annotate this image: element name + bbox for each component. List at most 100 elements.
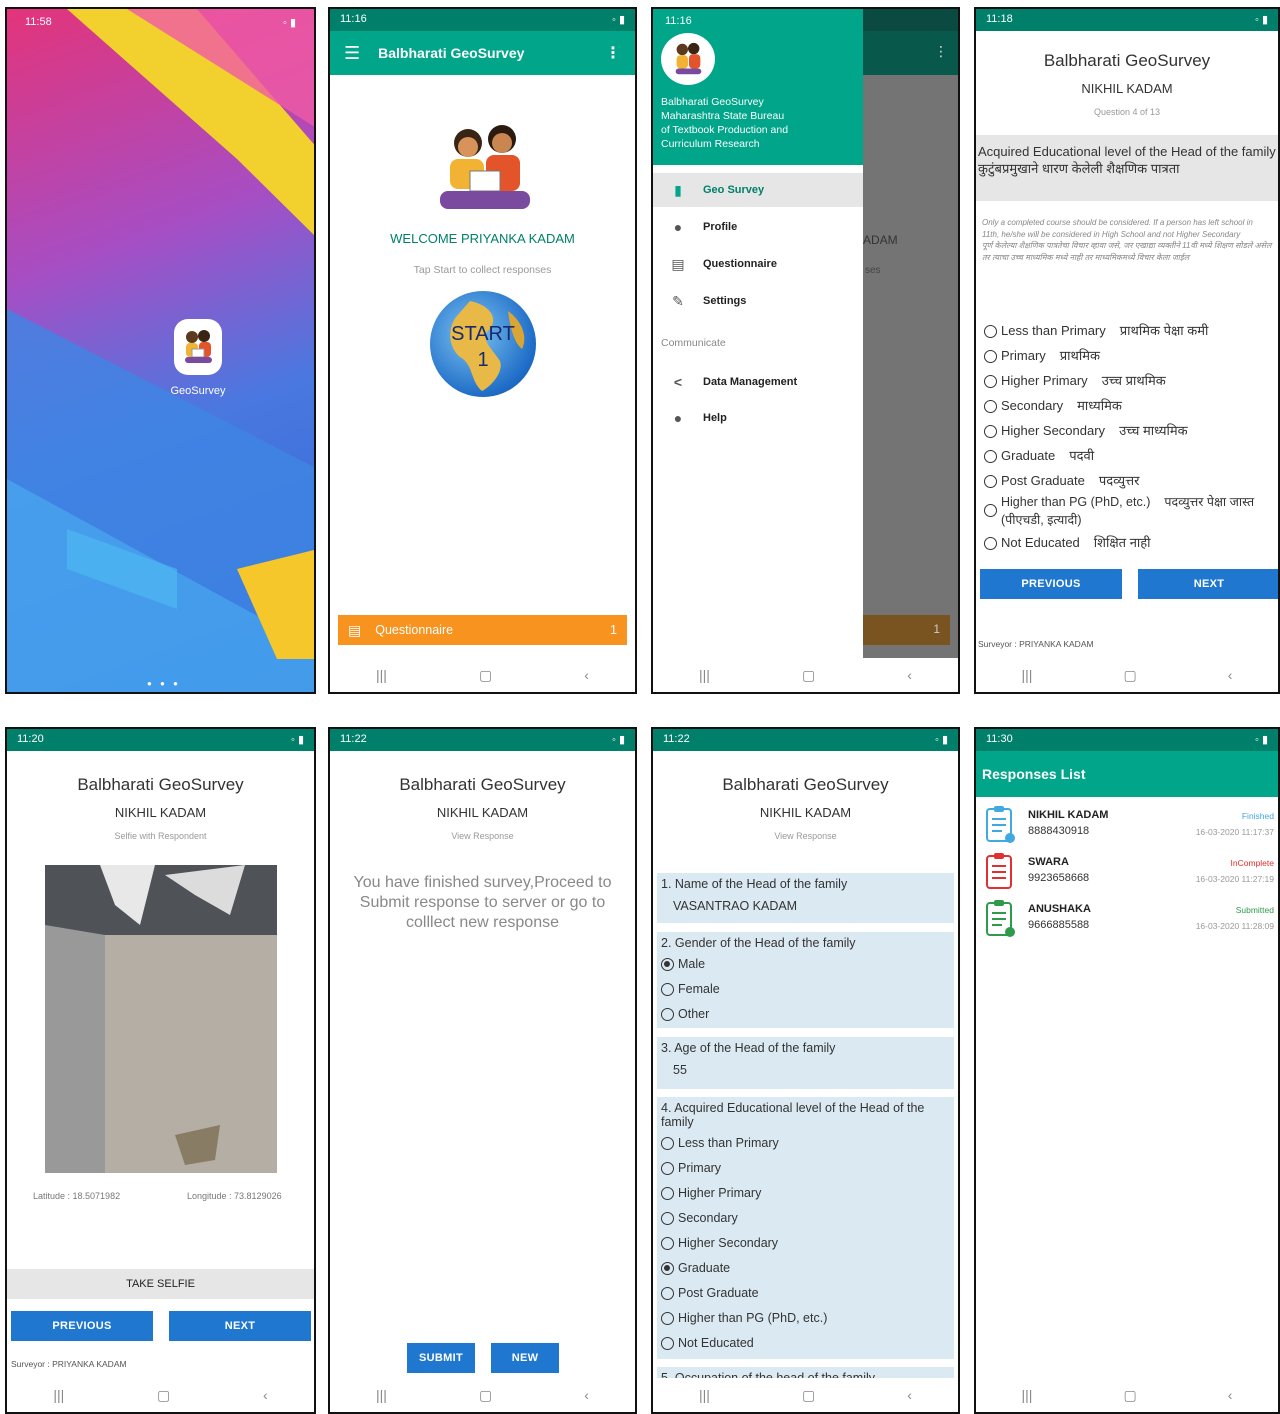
radio-button-selected[interactable]: [661, 958, 674, 972]
home-icon[interactable]: ▢: [1123, 667, 1136, 684]
submit-button[interactable]: SUBMIT: [407, 1343, 475, 1373]
option-graduate[interactable]: Graduate पदवी: [984, 446, 1094, 464]
radio-button[interactable]: [661, 1162, 674, 1176]
radio-button[interactable]: [984, 504, 997, 517]
back-icon[interactable]: ‹: [584, 667, 589, 683]
start-globe-button[interactable]: START 1: [430, 291, 536, 397]
edu-option[interactable]: Higher Secondary: [657, 1233, 954, 1258]
option-less-than-primary[interactable]: Less than Primary प्राथमिक पेक्षा कमी: [984, 321, 1208, 339]
back-icon[interactable]: ‹: [907, 667, 912, 683]
next-button[interactable]: NEXT: [169, 1311, 311, 1341]
radio-button[interactable]: [984, 475, 997, 489]
menu-item-settings[interactable]: ✎ Settings: [653, 284, 863, 318]
back-icon[interactable]: ‹: [1228, 1387, 1233, 1403]
recents-icon[interactable]: |||: [376, 1387, 387, 1403]
edu-option-selected[interactable]: Graduate: [657, 1258, 954, 1283]
dim-statusbar: [863, 9, 958, 31]
home-icon[interactable]: ▢: [479, 667, 492, 684]
previous-button[interactable]: PREVIOUS: [980, 569, 1122, 599]
radio-button[interactable]: [661, 1212, 674, 1226]
note-en: Only a completed course should be consid…: [982, 218, 1253, 239]
option-en: Higher Secondary: [1001, 423, 1106, 438]
option-not-educated[interactable]: Not Educated शिक्षित नाही: [984, 533, 1151, 551]
menu-item-help[interactable]: ● Help: [653, 401, 863, 435]
edu-option[interactable]: Not Educated: [657, 1333, 954, 1358]
status-bar: 11:22 ◦ ▮: [330, 729, 635, 751]
hamburger-menu-icon[interactable]: ☰: [344, 43, 360, 64]
option-post-graduate[interactable]: Post Graduate पदव्युत्तर: [984, 471, 1139, 489]
recents-icon[interactable]: |||: [376, 667, 387, 683]
nav-bar: ||| ▢ ‹: [976, 1378, 1278, 1412]
menu-item-data-management[interactable]: < Data Management: [653, 365, 863, 399]
radio-button[interactable]: [984, 325, 997, 339]
edu-option[interactable]: Higher Primary: [657, 1183, 954, 1208]
take-selfie-button[interactable]: TAKE SELFIE: [7, 1269, 314, 1299]
radio-button[interactable]: [984, 425, 997, 439]
edu-option[interactable]: Less than Primary: [657, 1133, 954, 1158]
option-higher-secondary[interactable]: Higher Secondary उच्च माध्यमिक: [984, 421, 1188, 439]
wallpaper-shapes: [7, 9, 314, 692]
radio-button[interactable]: [984, 350, 997, 364]
question-text: 2. Gender of the Head of the family: [661, 936, 856, 950]
question-text: 5. Occupation of the head of the family: [661, 1371, 876, 1378]
dimmed-background[interactable]: ⋮ ADAM ses 1: [863, 9, 958, 658]
nav-drawer: 11:16 Balbharati GeoSurvey Maharashtra S…: [653, 9, 863, 658]
response-row[interactable]: ANUSHAKA 9666885588 Submitted 16-03-2020…: [976, 897, 1278, 943]
back-icon[interactable]: ‹: [907, 1387, 912, 1403]
radio-button[interactable]: [984, 450, 997, 464]
radio-button[interactable]: [661, 1008, 674, 1022]
radio-button-selected[interactable]: [661, 1262, 674, 1276]
radio-button[interactable]: [661, 1312, 674, 1326]
option-higher-than-pg[interactable]: Higher than PG (PhD, etc.) पदव्युत्तर पेक…: [984, 493, 1254, 529]
option-secondary[interactable]: Secondary माध्यमिक: [984, 396, 1122, 414]
back-icon[interactable]: ‹: [1228, 667, 1233, 683]
new-button[interactable]: NEW: [491, 1343, 559, 1373]
edu-option[interactable]: Secondary: [657, 1208, 954, 1233]
edu-option[interactable]: Primary: [657, 1158, 954, 1183]
radio-button[interactable]: [984, 400, 997, 414]
home-icon[interactable]: ▢: [157, 1387, 170, 1404]
gender-option-other[interactable]: Other: [657, 1004, 954, 1029]
gender-option-male[interactable]: Male: [657, 954, 954, 979]
radio-button[interactable]: [661, 1237, 674, 1251]
menu-item-questionnaire[interactable]: ▤ Questionnaire: [653, 247, 863, 281]
edu-option[interactable]: Post Graduate: [657, 1283, 954, 1308]
menu-item-geo-survey[interactable]: ▮ Geo Survey: [653, 173, 863, 207]
response-row[interactable]: SWARA 9923658668 InComplete 16-03-2020 1…: [976, 850, 1278, 896]
view-response-subtitle: View Response: [451, 831, 514, 841]
radio-button[interactable]: [661, 1337, 674, 1351]
recents-icon[interactable]: |||: [1022, 1387, 1033, 1403]
option-en: Not Educated: [1001, 535, 1080, 550]
next-button[interactable]: NEXT: [1138, 569, 1278, 599]
menu-item-profile[interactable]: ● Profile: [653, 210, 863, 244]
recents-icon[interactable]: |||: [53, 1387, 64, 1403]
radio-button[interactable]: [984, 375, 997, 389]
back-icon[interactable]: ‹: [263, 1387, 268, 1403]
radio-button[interactable]: [661, 1137, 674, 1151]
recents-icon[interactable]: |||: [699, 1387, 710, 1403]
recents-icon[interactable]: |||: [699, 667, 710, 683]
gender-option-female[interactable]: Female: [657, 979, 954, 1004]
edu-option[interactable]: Higher than PG (PhD, etc.): [657, 1308, 954, 1333]
response-row[interactable]: NIKHIL KADAM 8888430918 Finished 16-03-2…: [976, 803, 1278, 849]
recents-icon[interactable]: |||: [1022, 667, 1033, 683]
overflow-menu-icon[interactable]: ⋮: [605, 43, 621, 63]
previous-button[interactable]: PREVIOUS: [11, 1311, 153, 1341]
app-icon-geosurvey[interactable]: [174, 319, 222, 375]
response-list[interactable]: 1. Name of the Head of the family VASANT…: [653, 869, 958, 1378]
radio-button[interactable]: [984, 537, 997, 551]
back-icon[interactable]: ‹: [584, 1387, 589, 1403]
question-block-2: 2. Gender of the Head of the family Male…: [657, 932, 954, 1028]
home-icon[interactable]: ▢: [479, 1387, 492, 1404]
radio-button[interactable]: [661, 1187, 674, 1201]
option-higher-primary[interactable]: Higher Primary उच्च प्राथमिक: [984, 371, 1166, 389]
radio-button[interactable]: [661, 983, 674, 997]
clipboard-check-icon: [986, 806, 1015, 843]
radio-button[interactable]: [661, 1287, 674, 1301]
home-icon[interactable]: ▢: [1123, 1387, 1136, 1404]
home-icon[interactable]: ▢: [802, 667, 815, 684]
home-icon[interactable]: ▢: [802, 1387, 815, 1404]
questionnaire-bar[interactable]: ▤ Questionnaire 1: [338, 615, 627, 645]
option-label: Other: [678, 1007, 710, 1021]
option-primary[interactable]: Primary प्राथमिक: [984, 346, 1100, 364]
